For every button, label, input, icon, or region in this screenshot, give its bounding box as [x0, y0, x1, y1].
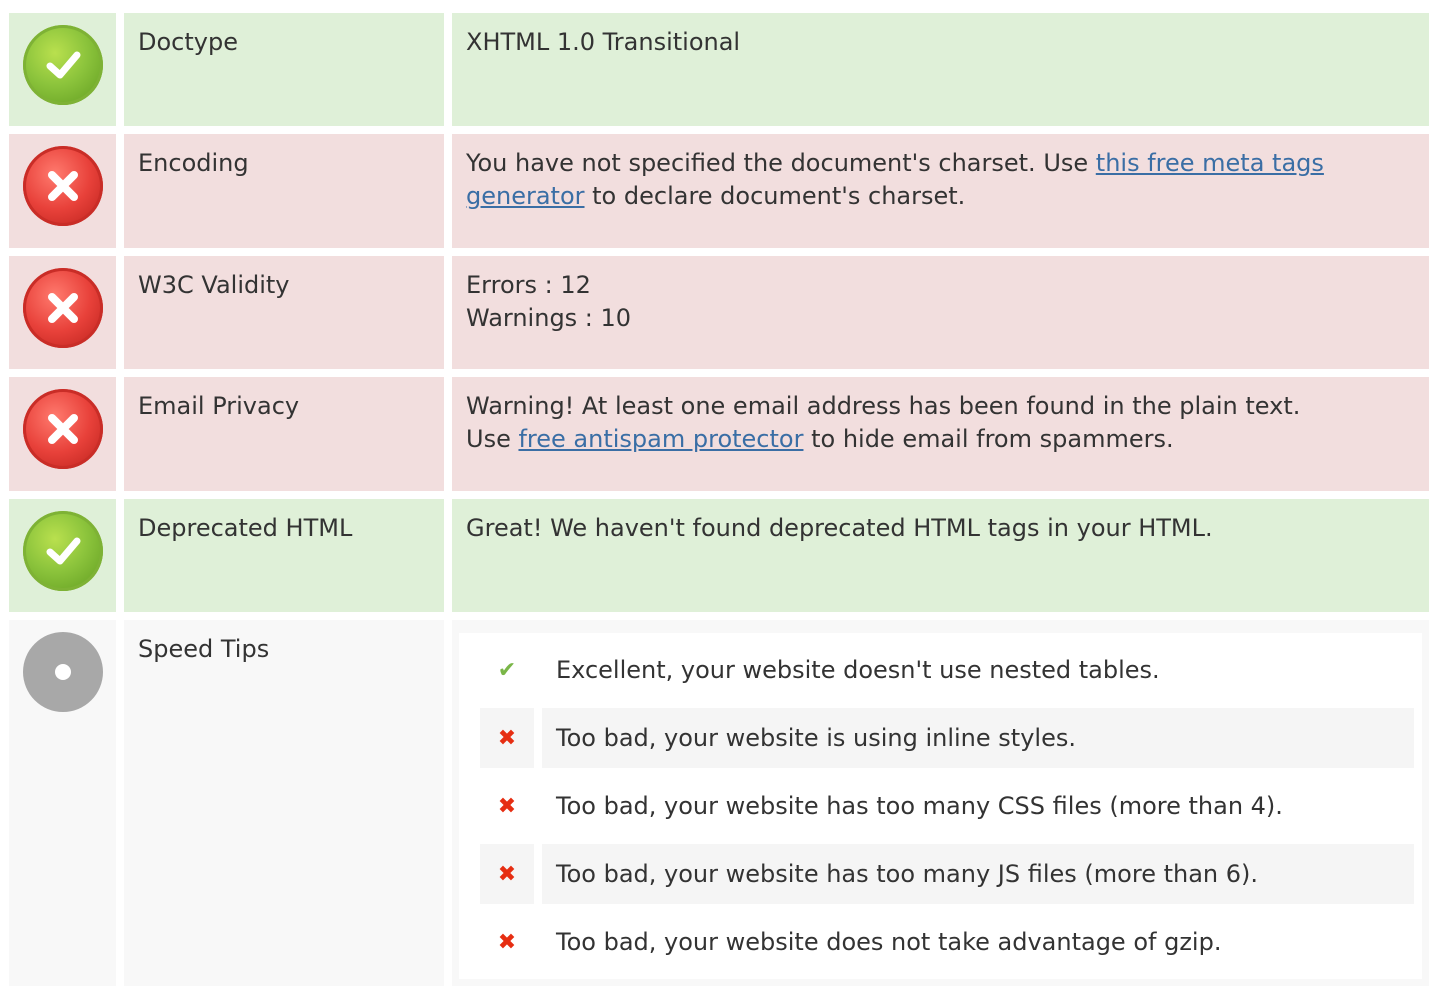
- row-value: Errors : 12 Warnings : 10: [452, 256, 1429, 369]
- cross-icon: ✖: [480, 844, 534, 904]
- value-text: Use: [466, 425, 519, 453]
- row-value: Warning! At least one email address has …: [452, 377, 1429, 491]
- info-dot-icon: [22, 632, 103, 712]
- cross-icon: ✖: [497, 929, 517, 955]
- status-cell: [9, 620, 116, 986]
- row-speed-tips: Speed Tips ✔ Excellent, your website doe…: [9, 620, 1429, 986]
- tip-text: Too bad, your website does not take adva…: [556, 927, 1222, 956]
- row-label: Email Privacy: [124, 377, 444, 491]
- row-doctype: Doctype XHTML 1.0 Transitional: [9, 13, 1429, 126]
- list-item: ✔ Excellent, your website doesn't use ne…: [480, 640, 1414, 700]
- value-text: to hide email from spammers.: [803, 425, 1174, 453]
- row-email-privacy: Email Privacy Warning! At least one emai…: [9, 377, 1429, 491]
- status-cell: [9, 134, 116, 248]
- tip-text: Too bad, your website has too many CSS f…: [556, 791, 1283, 820]
- status-cell: [9, 256, 116, 369]
- list-item: ✖ Too bad, your website is using inline …: [480, 708, 1414, 768]
- row-value: Great! We haven't found deprecated HTML …: [452, 499, 1429, 612]
- cross-icon: ✖: [480, 708, 534, 768]
- row-value: XHTML 1.0 Transitional: [452, 13, 1429, 126]
- row-w3c-validity: W3C Validity Errors : 12 Warnings : 10: [9, 256, 1429, 369]
- antispam-protector-link[interactable]: free antispam protector: [518, 425, 803, 453]
- check-badge-icon: [22, 511, 103, 591]
- list-item: ✖ Too bad, your website does not take ad…: [480, 912, 1414, 972]
- cross-badge-icon: [22, 146, 103, 226]
- value-text: to declare document's charset.: [584, 182, 966, 210]
- row-value: ✔ Excellent, your website doesn't use ne…: [452, 620, 1429, 986]
- seo-results-table: Doctype XHTML 1.0 Transitional Encoding …: [9, 13, 1429, 994]
- row-label: Encoding: [124, 134, 444, 248]
- row-label: Doctype: [124, 13, 444, 126]
- row-value: You have not specified the document's ch…: [452, 134, 1429, 248]
- value-text: Warning! At least one email address has …: [466, 392, 1301, 420]
- check-badge-icon: [22, 25, 103, 105]
- list-item: ✖ Too bad, your website has too many CSS…: [480, 776, 1414, 836]
- status-cell: [9, 377, 116, 491]
- row-label: W3C Validity: [124, 256, 444, 369]
- status-cell: [9, 13, 116, 126]
- row-label: Deprecated HTML: [124, 499, 444, 612]
- tip-text: Too bad, your website has too many JS fi…: [542, 844, 1414, 904]
- cross-badge-icon: [22, 268, 103, 348]
- cross-badge-icon: [22, 389, 103, 469]
- cross-icon: ✖: [497, 793, 517, 819]
- check-icon: ✔: [497, 657, 517, 683]
- tip-text: Too bad, your website is using inline st…: [542, 708, 1414, 768]
- status-cell: [9, 499, 116, 612]
- warnings-count: Warnings : 10: [466, 304, 632, 332]
- errors-count: Errors : 12: [466, 271, 591, 299]
- row-label: Speed Tips: [124, 620, 444, 986]
- row-deprecated-html: Deprecated HTML Great! We haven't found …: [9, 499, 1429, 612]
- row-encoding: Encoding You have not specified the docu…: [9, 134, 1429, 248]
- list-item: ✖ Too bad, your website has too many JS …: [480, 844, 1414, 904]
- tip-text: Excellent, your website doesn't use nest…: [556, 655, 1160, 684]
- value-text: You have not specified the document's ch…: [466, 149, 1096, 177]
- speed-tips-list: ✔ Excellent, your website doesn't use ne…: [459, 633, 1422, 979]
